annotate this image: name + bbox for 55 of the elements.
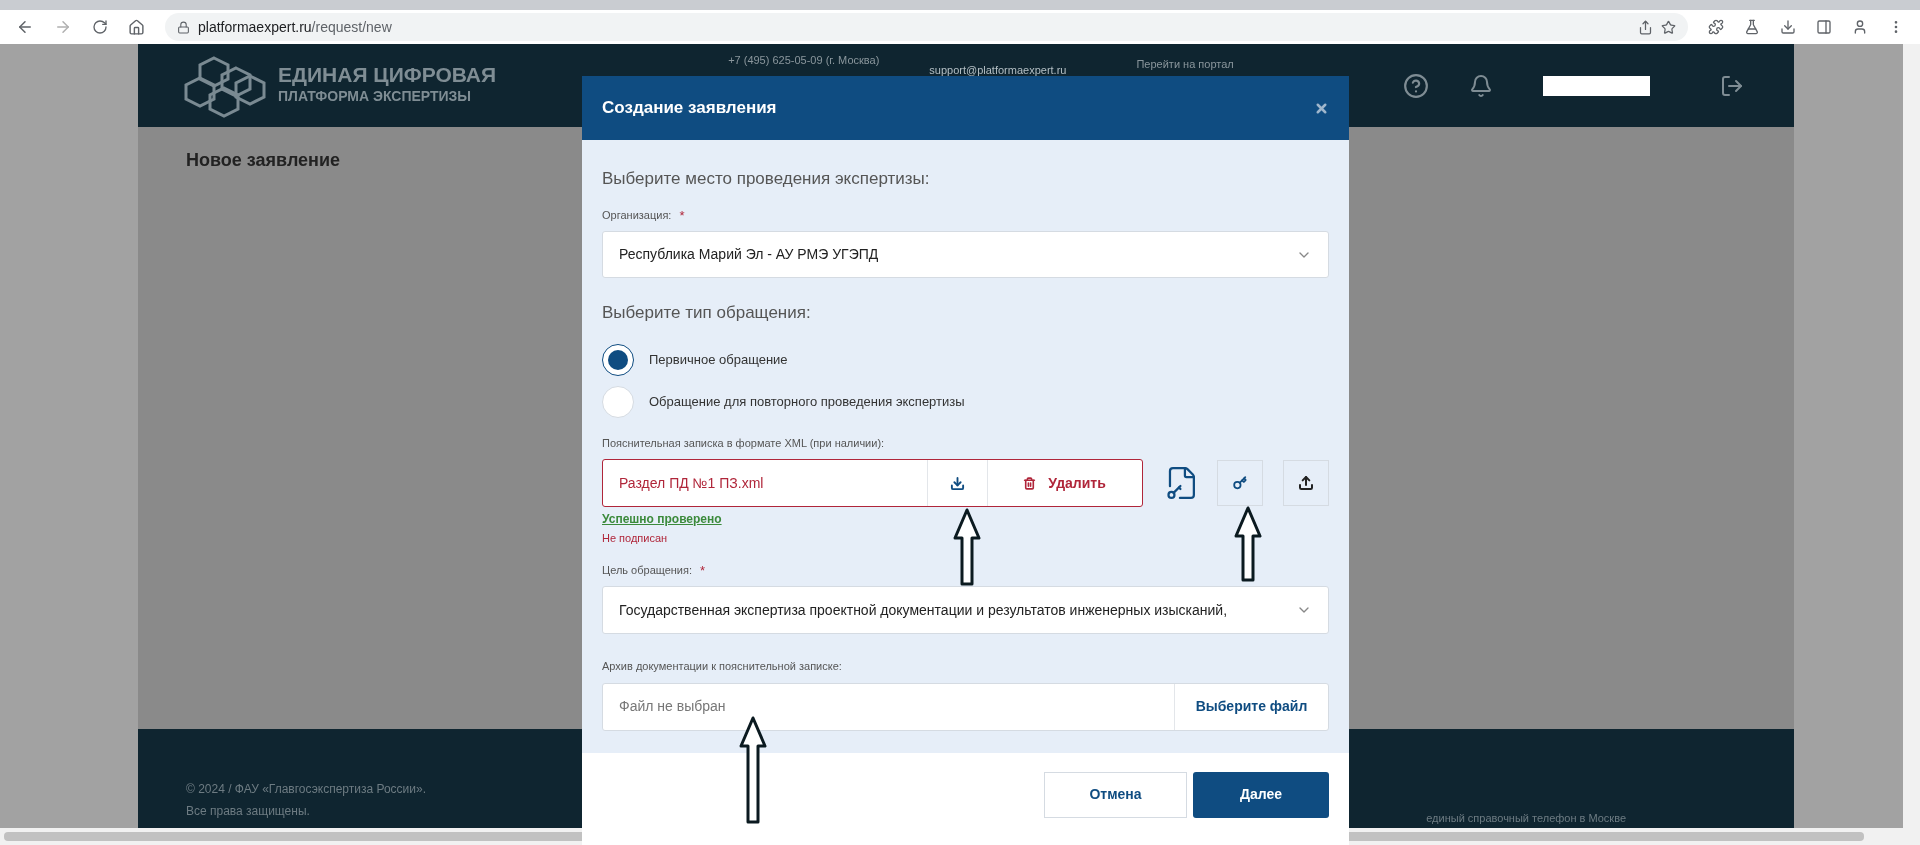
flask-icon[interactable]: [1744, 19, 1760, 35]
purpose-select[interactable]: Государственная экспертиза проектной документации и результатов инженерных изысканий,: [602, 586, 1329, 634]
validation-status-link[interactable]: Успешно проверено: [602, 510, 722, 528]
archive-file-field[interactable]: Файл не выбран Выберите файл: [602, 682, 1329, 731]
back-icon[interactable]: [16, 18, 34, 36]
cancel-button[interactable]: Отмена: [1044, 771, 1187, 818]
radio-button[interactable]: [602, 343, 634, 376]
bell-icon[interactable]: [1469, 73, 1493, 98]
portal-link[interactable]: Перейти на портал: [1136, 52, 1234, 76]
copyright-text: © 2024 / ФАУ «Главгосэкспертиза России».: [186, 781, 426, 798]
field-label: Архив документации к пояснительной записке:: [602, 659, 843, 674]
modal-title: Создание заявления: [602, 97, 777, 120]
download-icon[interactable]: [1780, 19, 1796, 35]
signature-status: Не подписан: [602, 531, 669, 546]
url-text: platformaexpert.ru/request/new: [198, 17, 392, 37]
field-label: Организация:: [602, 208, 672, 223]
trash-icon: [1023, 476, 1037, 490]
upload-icon: [1298, 475, 1315, 491]
section-heading: Выберите место проведения экспертизы:: [602, 168, 931, 190]
file-name: Раздел ПД №1 ПЗ.xml: [618, 473, 765, 493]
choose-file-button[interactable]: Выберите файл: [1174, 683, 1328, 730]
phone-text: +7 (495) 625-05-09 (г. Москва): [728, 53, 880, 68]
next-button[interactable]: Далее: [1193, 771, 1329, 818]
radio-label[interactable]: Первичное обращение: [649, 349, 788, 370]
delete-button[interactable]: Удалить: [986, 460, 1142, 506]
close-icon[interactable]: [1314, 100, 1329, 116]
section-heading: Выберите тип обращения:: [602, 302, 812, 324]
organization-select[interactable]: Республика Марий Эл - АУ РМЭ УГЭПД: [602, 231, 1329, 278]
address-bar[interactable]: platformaexpert.ru/request/new: [165, 13, 1688, 41]
required-mark: *: [700, 561, 706, 580]
sign-key-button[interactable]: [1217, 460, 1264, 506]
download-icon: [949, 475, 965, 491]
bookmark-star-icon[interactable]: [1661, 19, 1676, 35]
field-label: Пояснительная записка в формате XML (при наличии):: [602, 435, 886, 451]
rights-text: Все права защищены.: [186, 803, 311, 820]
phone-label: единый справочный телефон в Москве: [1426, 812, 1626, 824]
reload-icon[interactable]: [92, 19, 108, 35]
extensions-icon[interactable]: [1708, 19, 1724, 35]
email-link[interactable]: support@platformaexpert.ru: [929, 52, 1067, 76]
logo-subtitle: ПЛАТФОРМА ЭКСПЕРТИЗЫ: [278, 87, 473, 106]
page-title: Новое заявление: [186, 150, 341, 170]
profile-icon[interactable]: [1852, 19, 1868, 35]
vertical-scrollbar[interactable]: [1903, 44, 1920, 828]
share-icon[interactable]: [1638, 19, 1653, 35]
field-label: Цель обращения:: [602, 563, 693, 578]
logo-title: ЕДИНАЯ ЦИФРОВАЯ: [278, 64, 497, 86]
logout-icon[interactable]: [1720, 73, 1744, 98]
side-panel-icon[interactable]: [1816, 19, 1832, 35]
home-icon[interactable]: [128, 18, 145, 36]
required-mark: *: [679, 206, 685, 225]
upload-button[interactable]: [1283, 460, 1329, 506]
help-icon[interactable]: [1403, 72, 1429, 99]
lock-icon: [177, 20, 190, 34]
key-icon: [1233, 476, 1248, 490]
radio-label[interactable]: Обращение для повторного проведения экспертизы: [649, 391, 965, 412]
